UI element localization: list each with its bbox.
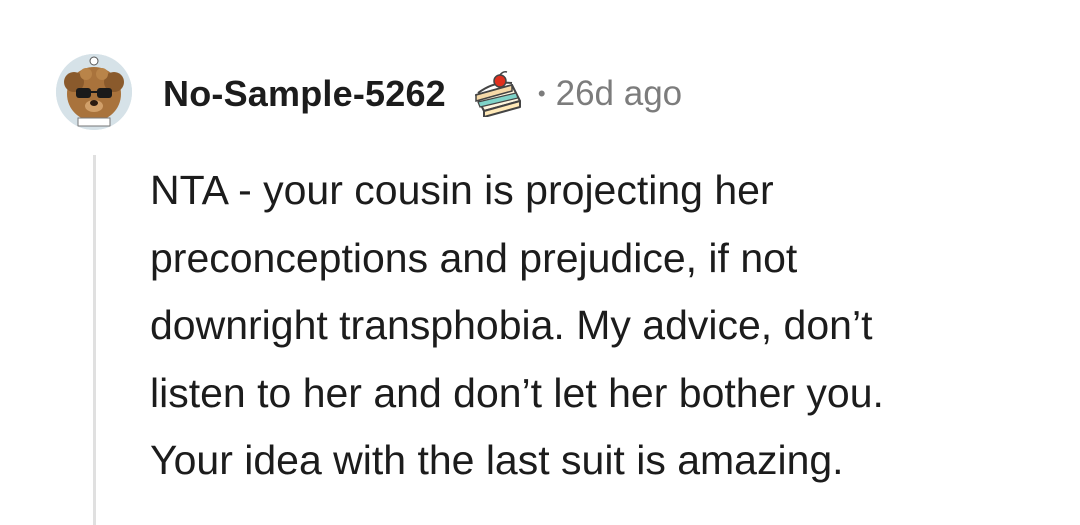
cake-slice-icon xyxy=(472,71,524,118)
comment: No-Sample-5262 • 26d ago NTA - your cous… xyxy=(0,0,1080,525)
comment-body-line: downright transphobia. My advice, don’t xyxy=(150,302,873,348)
user-avatar-icon[interactable] xyxy=(56,54,132,130)
thread-collapse-line[interactable] xyxy=(93,155,96,525)
username-link[interactable]: No-Sample-5262 xyxy=(163,73,446,115)
comment-body: NTA - your cousin is projecting her prec… xyxy=(150,157,1050,495)
comment-body-line: listen to her and don’t let her bother y… xyxy=(150,369,884,416)
comment-body-line: Your idea with the last suit is amazing. xyxy=(150,437,844,483)
separator-dot: • xyxy=(537,81,546,106)
comment-body-line: preconceptions and prejudice, if not xyxy=(150,234,798,281)
comment-timestamp: 26d ago xyxy=(555,74,683,113)
comment-body-line: NTA - your cousin is projecting her xyxy=(150,167,774,213)
comment-header: No-Sample-5262 • 26d ago xyxy=(163,70,682,118)
